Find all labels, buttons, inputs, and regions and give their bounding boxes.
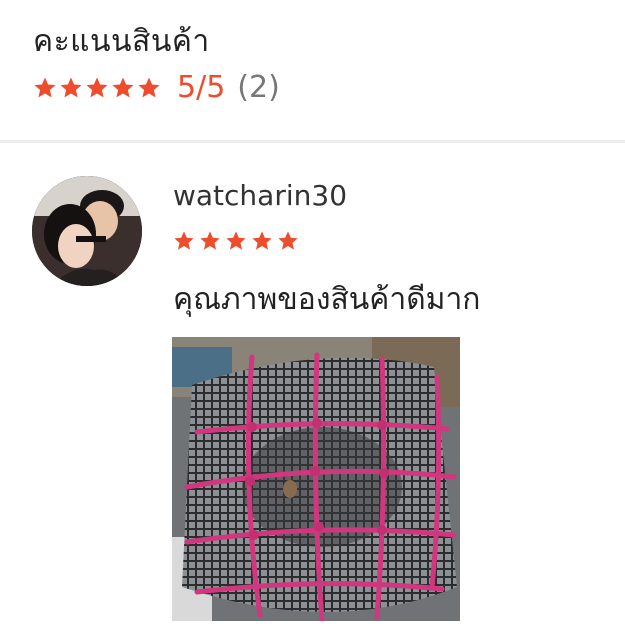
product-photo-motorcycle-basket-net-icon bbox=[172, 337, 460, 621]
star-icon bbox=[278, 231, 298, 250]
star-icon bbox=[34, 77, 56, 98]
rating-score: 5/5 bbox=[177, 70, 226, 105]
product-rating-title: คะแนนสินค้า bbox=[33, 24, 210, 59]
product-rating-summary: 5/5 (2) bbox=[33, 68, 280, 108]
avatar[interactable] bbox=[32, 176, 142, 286]
section-divider bbox=[0, 140, 625, 143]
star-icon bbox=[112, 77, 134, 98]
review-username[interactable]: watcharin30 bbox=[173, 176, 347, 216]
star-icon bbox=[226, 231, 246, 250]
star-icon bbox=[138, 77, 160, 98]
product-rating-stars bbox=[33, 76, 163, 100]
star-icon bbox=[86, 77, 108, 98]
star-icon bbox=[252, 231, 272, 250]
star-icon bbox=[200, 231, 220, 250]
review-comment: คุณภาพของสินค้าดีมาก bbox=[173, 282, 481, 317]
user-avatar-photo-icon bbox=[32, 176, 142, 286]
rating-count: (2) bbox=[237, 70, 280, 105]
review-stars bbox=[173, 230, 303, 252]
star-icon bbox=[60, 77, 82, 98]
review-photo[interactable] bbox=[172, 337, 460, 621]
star-icon bbox=[174, 231, 194, 250]
